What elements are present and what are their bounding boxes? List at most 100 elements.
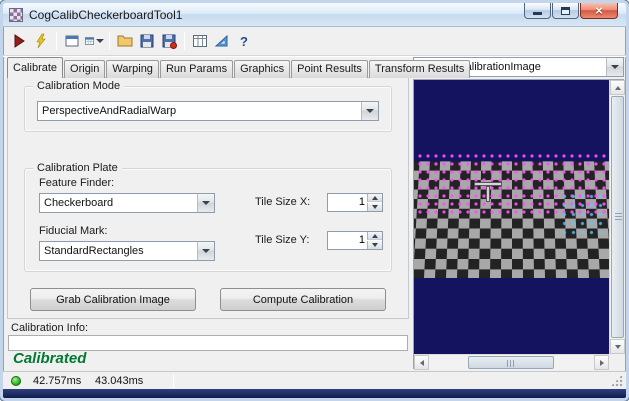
fiducial-mark-combo[interactable]: StandardRectangles	[39, 241, 215, 261]
horizontal-scrollbar[interactable]	[414, 354, 609, 370]
chevron-up-icon	[372, 195, 378, 200]
window-title: CogCalibCheckerboardTool1	[29, 8, 183, 22]
toolbar-separator	[109, 31, 110, 50]
save-image-icon	[162, 34, 177, 49]
grab-calibration-image-button[interactable]: Grab Calibration Image	[30, 288, 196, 311]
arrow-left-icon	[419, 359, 424, 366]
run-button[interactable]	[8, 30, 30, 52]
scroll-right-button[interactable]	[594, 355, 609, 370]
calibration-mode-combo-arrow[interactable]	[361, 102, 378, 120]
calibration-mode-combo[interactable]: PerspectiveAndRadialWarp	[37, 101, 379, 121]
minimize-icon	[533, 12, 542, 15]
tile-size-x-stepper[interactable]: 1	[327, 193, 383, 212]
fiducial-mark-label: Fiducial Mark:	[39, 225, 108, 237]
tab-warping[interactable]: Warping	[106, 60, 159, 78]
svg-text:?: ?	[240, 34, 248, 49]
calibration-status-text: Calibrated	[13, 350, 87, 367]
tile-size-y-stepper[interactable]: 1	[327, 231, 383, 250]
chevron-down-icon	[372, 205, 378, 209]
chevron-down-icon	[366, 109, 374, 113]
chevron-down-icon	[202, 249, 210, 253]
current-record-button[interactable]	[61, 30, 83, 52]
window-controls: ×	[523, 3, 618, 19]
feature-finder-label: Feature Finder:	[39, 177, 115, 189]
compute-calibration-button[interactable]: Compute Calibration	[220, 288, 386, 311]
horizontal-scrollbar-thumb[interactable]	[468, 356, 554, 369]
chevron-up-icon	[372, 233, 378, 238]
fiducial-mark-combo-arrow[interactable]	[197, 242, 214, 260]
calibrate-tab-panel: Calibration Mode PerspectiveAndRadialWar…	[7, 77, 409, 319]
calibration-mode-group: Calibration Mode PerspectiveAndRadialWar…	[24, 80, 392, 132]
chevron-down-icon	[202, 201, 210, 205]
maximize-button[interactable]	[552, 3, 579, 19]
vertical-scrollbar-thumb[interactable]	[611, 96, 624, 338]
feature-finder-value: Checkerboard	[44, 197, 114, 209]
tile-size-y-value: 1	[358, 234, 365, 246]
scrollbar-grip-icon	[507, 360, 515, 367]
record-display-button[interactable]	[83, 30, 105, 52]
tab-transform-results[interactable]: Transform Results	[368, 60, 471, 78]
image-combo-arrow[interactable]	[606, 58, 623, 76]
close-icon: ×	[595, 2, 603, 18]
tab-graphics[interactable]: Graphics	[234, 60, 291, 78]
calibration-image-display	[413, 79, 625, 370]
open-button[interactable]	[114, 30, 136, 52]
tile-size-y-down-button[interactable]	[367, 241, 382, 249]
tile-size-y-label: Tile Size Y:	[255, 234, 310, 246]
help-button[interactable]: ?	[233, 30, 255, 52]
feature-finder-combo[interactable]: Checkerboard	[39, 193, 215, 213]
tab-run-params[interactable]: Run Params	[159, 60, 234, 78]
tile-size-y-up-button[interactable]	[367, 232, 382, 240]
status-bar: 42.757ms 43.043ms	[3, 371, 626, 389]
results-grid-icon	[193, 34, 207, 47]
resize-grip[interactable]	[610, 374, 623, 387]
record-grid-icon	[85, 36, 94, 45]
vertical-scrollbar[interactable]	[609, 80, 625, 354]
app-icon	[9, 8, 23, 22]
record-dropdown-icon	[96, 38, 104, 43]
results-button[interactable]	[189, 30, 211, 52]
toolbar-separator	[56, 31, 57, 50]
chevron-down-icon	[372, 243, 378, 247]
tile-size-x-label: Tile Size X:	[255, 196, 311, 208]
cog-calib-checkerboard-tool-window: CogCalibCheckerboardTool1 × ? Calibrate …	[0, 0, 629, 401]
scrollbar-grip-icon	[615, 213, 622, 221]
calibration-info-field[interactable]	[8, 335, 408, 351]
calibration-mode-label: Calibration Mode	[33, 80, 125, 92]
calibration-info-label: Calibration Info:	[11, 322, 89, 334]
toolbar-separator	[184, 31, 185, 50]
scroll-left-button[interactable]	[414, 355, 429, 370]
minimize-button[interactable]	[524, 3, 551, 19]
save-floppy-icon	[140, 34, 154, 47]
calibration-plate-group: Calibration Plate Feature Finder: Checke…	[24, 162, 392, 272]
save-button[interactable]	[136, 30, 158, 52]
ruler-triangle-icon	[214, 34, 228, 46]
title-bar: CogCalibCheckerboardTool1 ×	[3, 3, 626, 27]
tile-size-x-up-button[interactable]	[367, 194, 382, 202]
maximize-icon	[561, 6, 570, 15]
fiducial-axis-marker-vertical	[486, 186, 490, 202]
lightning-icon	[36, 33, 46, 48]
calibration-plate-label: Calibration Plate	[33, 162, 122, 174]
secondary-feature-marks	[560, 192, 606, 236]
close-button[interactable]: ×	[580, 3, 618, 19]
image-canvas[interactable]	[414, 80, 609, 354]
arrow-up-icon	[614, 85, 621, 90]
tab-origin[interactable]: Origin	[64, 60, 106, 78]
help-icon: ?	[240, 34, 248, 49]
tab-calibrate[interactable]: Calibrate	[7, 57, 64, 78]
tab-strip: Calibrate Origin Warping Run Params Grap…	[7, 57, 471, 78]
electric-run-button[interactable]	[30, 30, 52, 52]
units-button[interactable]	[211, 30, 233, 52]
save-image-button[interactable]	[158, 30, 180, 52]
feature-finder-combo-arrow[interactable]	[197, 194, 214, 212]
tab-point-results[interactable]: Point Results	[291, 60, 368, 78]
arrow-right-icon	[599, 359, 604, 366]
window-frame-bottom	[3, 389, 626, 398]
scroll-down-button[interactable]	[610, 339, 625, 354]
record-window-icon	[65, 35, 79, 46]
run-time: 42.757ms	[33, 375, 82, 387]
scroll-up-button[interactable]	[610, 80, 625, 95]
fiducial-mark-value: StandardRectangles	[44, 245, 144, 257]
tile-size-x-down-button[interactable]	[367, 203, 382, 211]
